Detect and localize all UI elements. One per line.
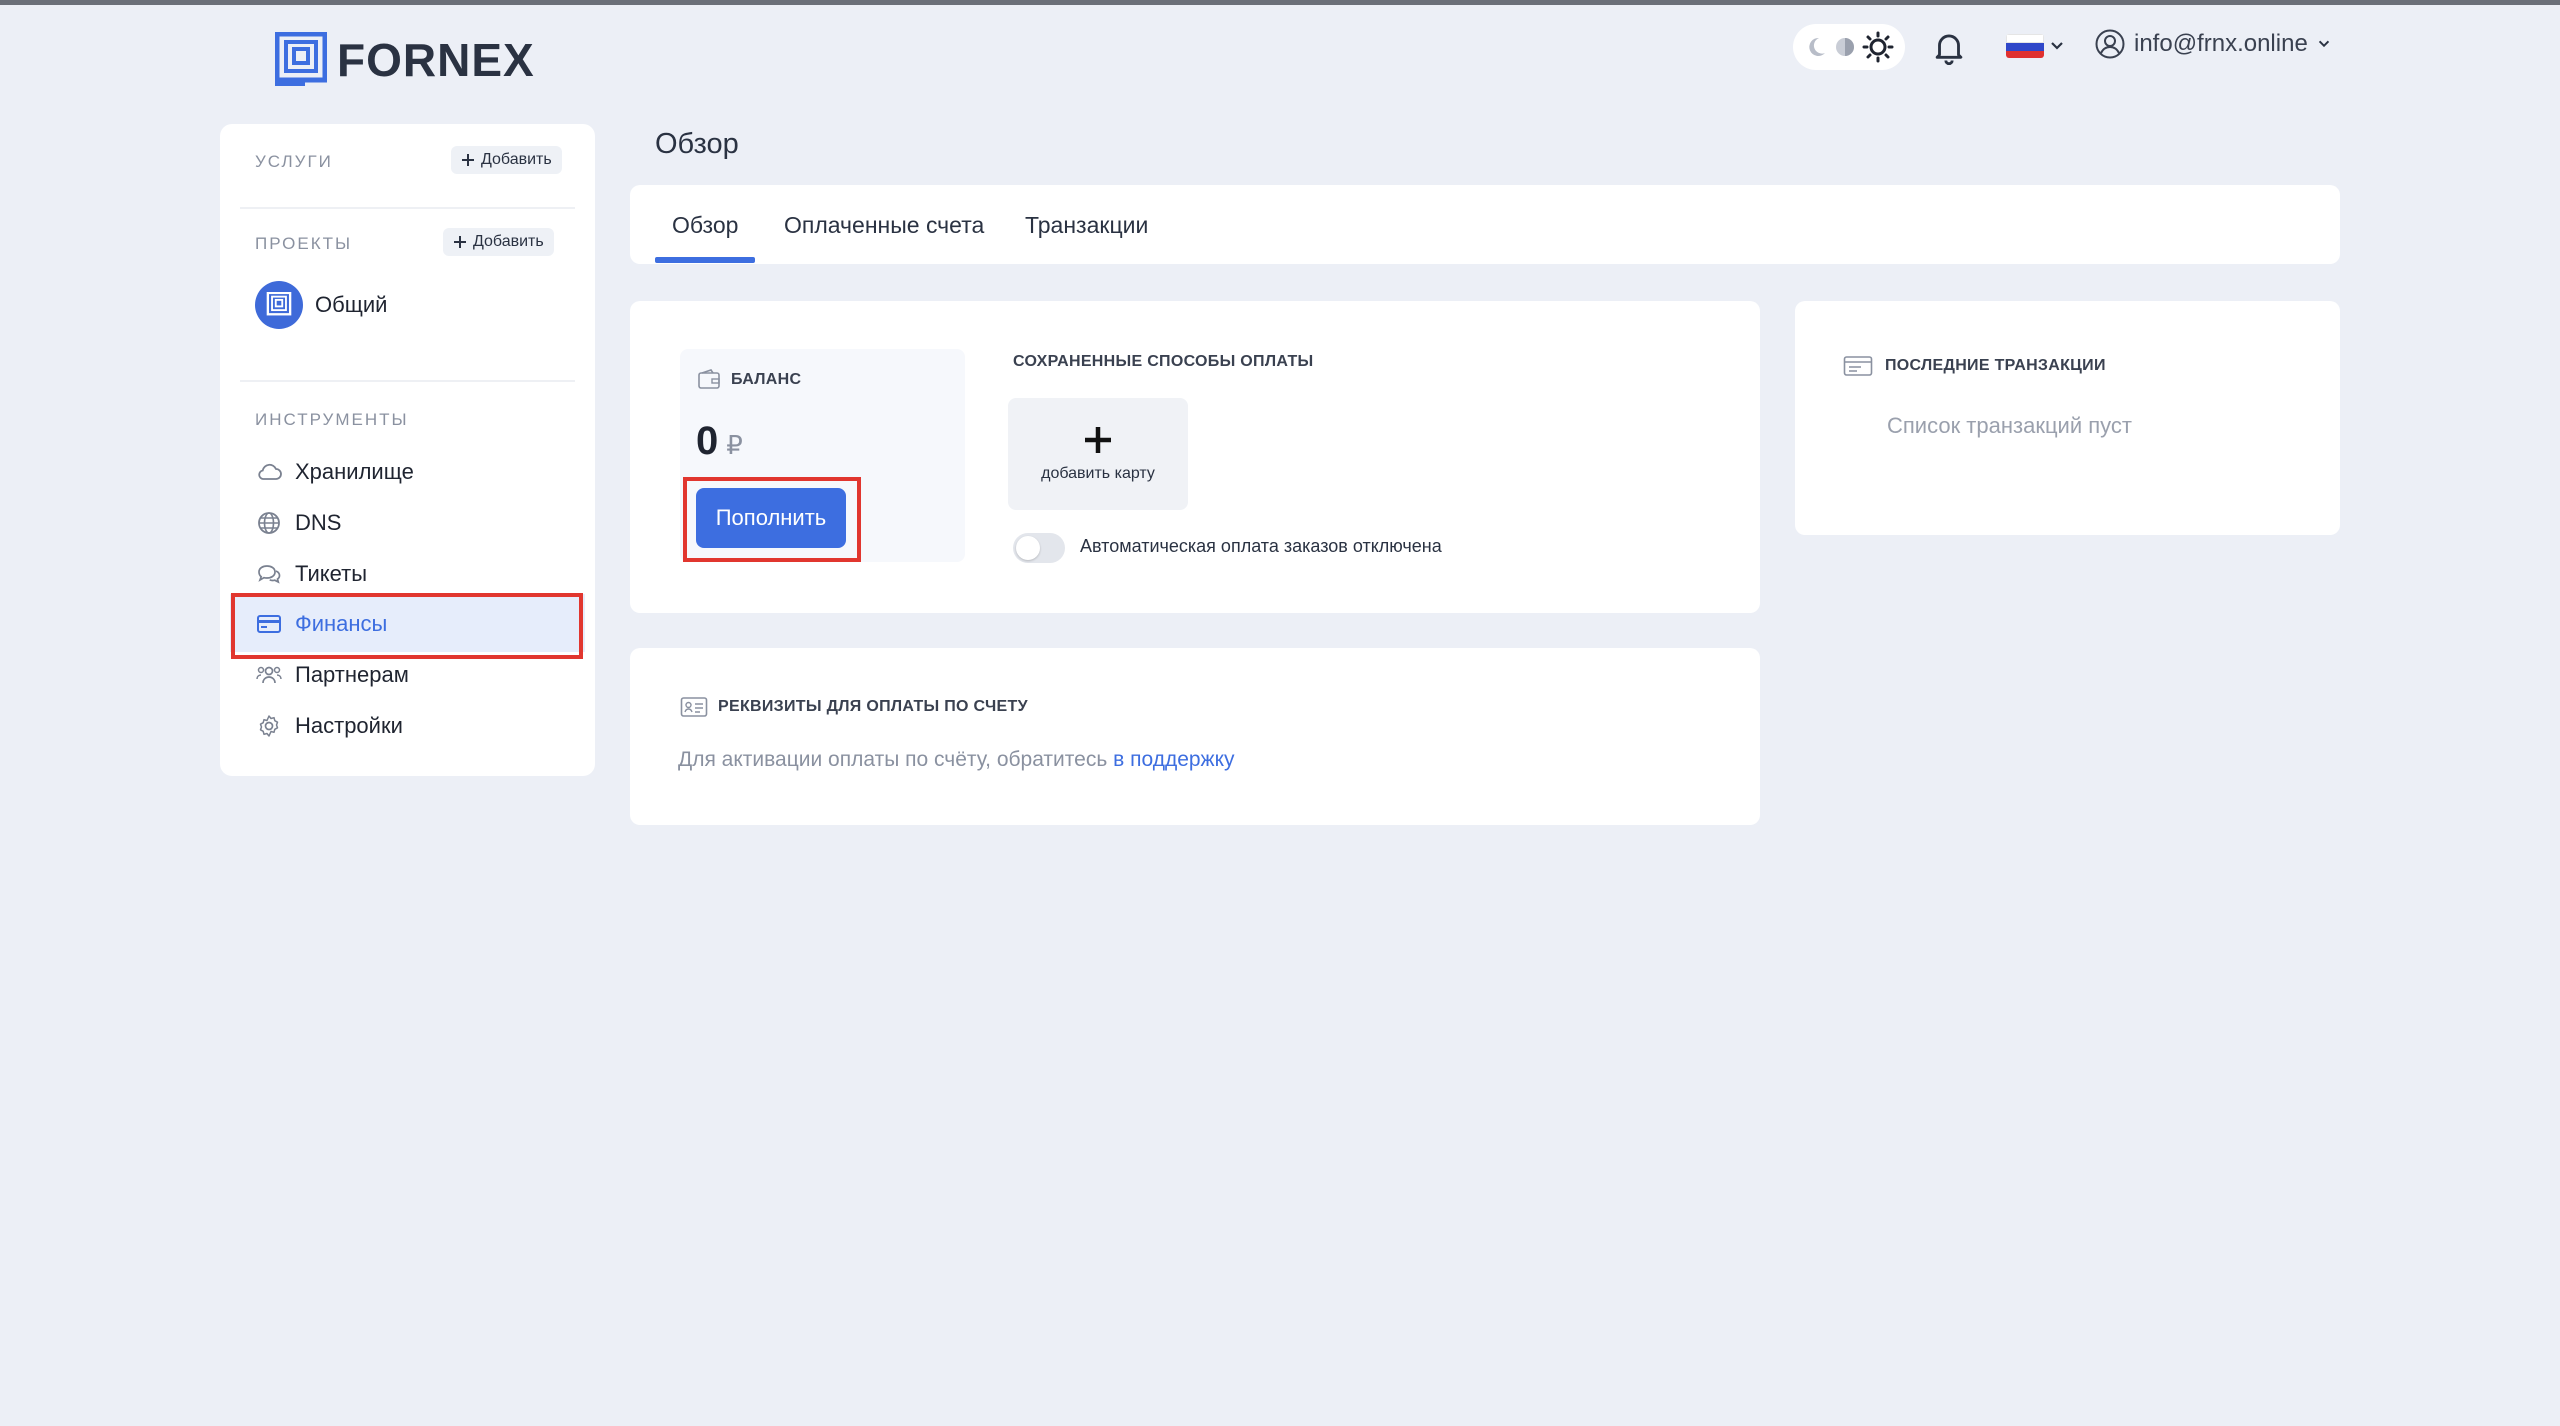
balance-card: БАЛАНС 0 ₽ Пополнить СОХРАНЕННЫЕ СПОСОБЫ… — [630, 301, 1760, 613]
transactions-empty-text: Список транзакций пуст — [1887, 413, 2132, 438]
balance-currency: ₽ — [726, 430, 743, 460]
balance-heading: БАЛАНС — [731, 371, 802, 388]
add-project-label: Добавить — [473, 233, 544, 250]
globe-icon — [258, 512, 280, 534]
balance-amount: 0 — [696, 419, 719, 463]
user-menu[interactable]: info@frnx.online — [2094, 28, 2332, 60]
tab-overview[interactable]: Обзор — [672, 212, 738, 239]
sun-icon[interactable] — [1862, 31, 1894, 63]
divider — [240, 207, 575, 209]
half-moon-icon[interactable] — [1833, 35, 1857, 59]
bell-icon — [1935, 34, 1963, 65]
sidebar-item-dns[interactable]: DNS — [255, 507, 341, 539]
plus-icon — [462, 154, 474, 166]
sidebar-item-tickets[interactable]: Тикеты — [255, 558, 367, 590]
tab-paid-invoices[interactable]: Оплаченные счета — [784, 212, 984, 239]
project-avatar — [255, 281, 303, 329]
brand-name: FORNEX — [337, 34, 535, 86]
recent-transactions-heading: ПОСЛЕДНИЕ ТРАНЗАКЦИИ — [1885, 357, 2106, 374]
autopay-label: Автоматическая оплата заказов отключена — [1080, 536, 1442, 556]
window-top-border — [0, 0, 2560, 5]
language-selector[interactable] — [2006, 34, 2066, 58]
sidebar: УСЛУГИ Добавить ПРОЕКТЫ Добавить Общий И… — [220, 124, 595, 776]
sidebar-item-label: DNS — [295, 510, 342, 535]
ru-flag-icon — [2006, 34, 2044, 58]
add-card-label: добавить карту — [1041, 465, 1155, 482]
sidebar-item-label: Тикеты — [295, 561, 368, 586]
recent-transactions-card: ПОСЛЕДНИЕ ТРАНЗАКЦИИ Список транзакций п… — [1795, 301, 2340, 535]
project-item-general[interactable]: Общий — [255, 281, 387, 329]
finance-highlight-box — [231, 593, 583, 659]
user-avatar-icon — [2095, 29, 2125, 59]
sidebar-item-label: Настройки — [295, 713, 403, 738]
chevron-down-icon — [2051, 42, 2063, 50]
gear-icon — [259, 715, 279, 737]
invoice-details-text: Для активации оплаты по счёту, обратитес… — [678, 748, 1114, 771]
project-label: Общий — [315, 292, 388, 317]
add-project-button[interactable]: Добавить — [443, 228, 554, 256]
sidebar-item-label: Хранилище — [295, 459, 414, 484]
chevron-down-icon — [2318, 40, 2329, 48]
tab-bar: Обзор Оплаченные счета Транзакции — [630, 185, 2340, 264]
support-link[interactable]: в поддержку — [1113, 748, 1234, 771]
add-service-label: Добавить — [481, 151, 552, 168]
services-heading: УСЛУГИ — [255, 152, 333, 171]
active-tab-indicator — [655, 257, 755, 263]
sidebar-item-label: Партнерам — [295, 662, 409, 687]
projects-heading: ПРОЕКТЫ — [255, 234, 353, 253]
users-icon — [256, 666, 282, 684]
invoice-details-text-row: Для активации оплаты по счёту, обратитес… — [678, 748, 1235, 772]
divider — [240, 380, 575, 382]
saved-payment-methods-heading: СОХРАНЕННЫЕ СПОСОБЫ ОПЛАТЫ — [1013, 353, 1314, 370]
plus-icon — [454, 236, 466, 248]
id-card-icon — [680, 697, 708, 717]
brand-logo[interactable]: FORNEX — [275, 30, 535, 90]
autopay-toggle[interactable] — [1013, 533, 1065, 563]
wallet-icon — [698, 369, 720, 389]
user-email: info@frnx.online — [2134, 30, 2308, 57]
toggle-knob — [1016, 536, 1040, 560]
notifications-button[interactable] — [1930, 28, 1968, 66]
sidebar-item-partners[interactable]: Партнерам — [255, 659, 409, 691]
chat-icon — [258, 565, 281, 584]
add-service-button[interactable]: Добавить — [451, 146, 562, 174]
fornex-logo-icon — [266, 292, 292, 316]
sidebar-item-storage[interactable]: Хранилище — [255, 456, 414, 488]
tab-transactions[interactable]: Транзакции — [1025, 212, 1148, 239]
receipt-icon — [1843, 356, 1873, 376]
moon-icon[interactable] — [1804, 35, 1828, 59]
invoice-details-heading: РЕКВИЗИТЫ ДЛЯ ОПЛАТЫ ПО СЧЕТУ — [718, 698, 1028, 715]
fornex-logo-icon — [275, 32, 327, 86]
invoice-details-card: РЕКВИЗИТЫ ДЛЯ ОПЛАТЫ ПО СЧЕТУ Для актива… — [630, 648, 1760, 825]
plus-icon — [1085, 427, 1111, 453]
add-card-button[interactable]: добавить карту — [1008, 398, 1188, 510]
topup-highlight-box — [683, 477, 861, 562]
theme-switcher[interactable] — [1793, 24, 1905, 70]
page-title: Обзор — [655, 128, 739, 160]
cloud-icon — [258, 463, 282, 480]
sidebar-item-settings[interactable]: Настройки — [255, 710, 403, 742]
tools-heading: ИНСТРУМЕНТЫ — [255, 410, 409, 429]
